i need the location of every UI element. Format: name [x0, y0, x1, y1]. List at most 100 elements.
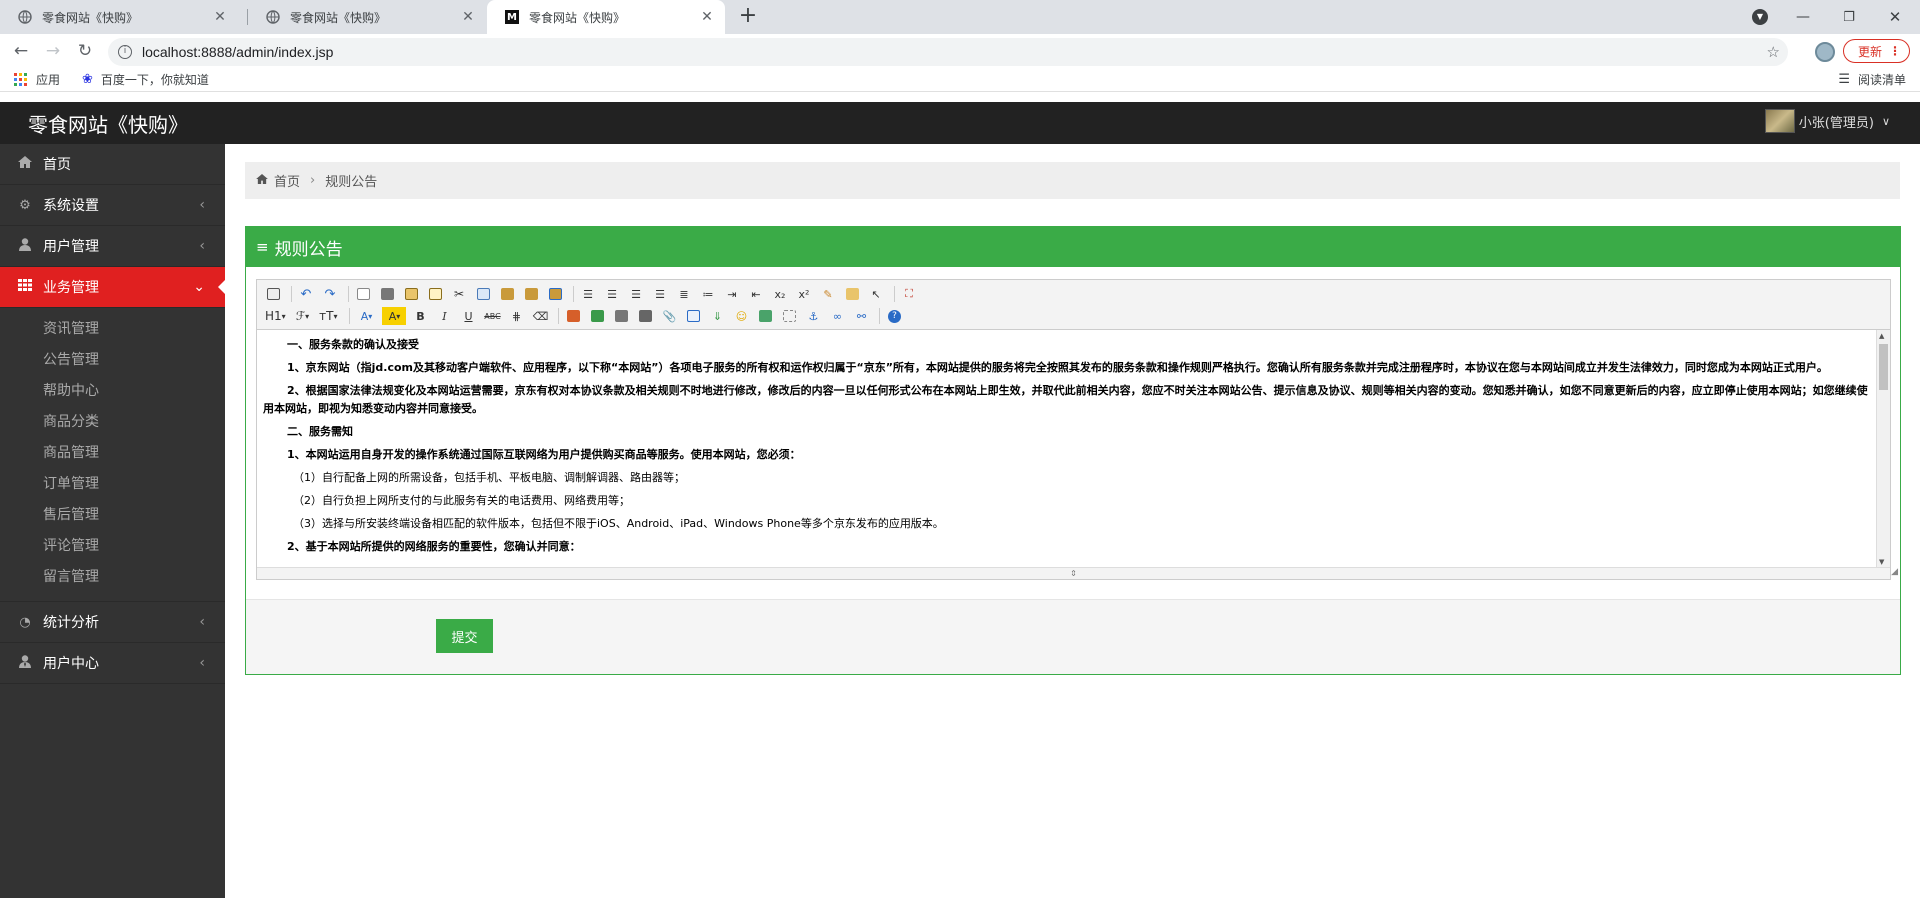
bookmark-star-icon[interactable]: ☆ — [1767, 43, 1780, 61]
select-all-icon[interactable] — [842, 285, 862, 303]
help-icon[interactable]: ? — [884, 307, 904, 325]
submenu-item[interactable]: 订单管理 — [0, 469, 225, 500]
code-icon[interactable] — [425, 285, 445, 303]
sidebar-item-home[interactable]: 首页 — [0, 144, 225, 185]
scroll-up-icon[interactable]: ▲ — [1879, 332, 1884, 340]
submenu-item[interactable]: 评论管理 — [0, 531, 225, 562]
unordered-list-icon[interactable]: ≔ — [698, 285, 718, 303]
resize-corner-icon[interactable]: ◢ — [1891, 567, 1898, 577]
editor-content[interactable]: 一、服务条款的确认及接受 1、京东网站（指jd.com及其移动客户端软件、应用程… — [257, 330, 1876, 568]
template-icon[interactable] — [401, 285, 421, 303]
editor-resize-bar[interactable]: ⇕ — [257, 567, 1890, 579]
superscript-icon[interactable]: x² — [794, 285, 814, 303]
indent-icon[interactable]: ⇥ — [722, 285, 742, 303]
flash-icon[interactable] — [611, 307, 631, 325]
submenu-item[interactable]: 留言管理 — [0, 562, 225, 593]
unlink-icon[interactable]: ⚯ — [851, 307, 871, 325]
close-tab-icon[interactable]: ✕ — [460, 9, 476, 25]
submenu-item[interactable]: 售后管理 — [0, 500, 225, 531]
align-right-icon[interactable]: ☰ — [626, 285, 646, 303]
print-icon[interactable] — [377, 285, 397, 303]
sidebar-item-user-center[interactable]: 用户中心 ‹ — [0, 643, 225, 684]
anchor-icon[interactable]: ⚓ — [803, 307, 823, 325]
sidebar-item-user-management[interactable]: 用户管理 ‹ — [0, 226, 225, 267]
tab-search-icon[interactable]: ▼ — [1752, 9, 1768, 25]
underline-icon[interactable]: U — [458, 307, 478, 325]
restore-icon[interactable]: ❐ — [1826, 10, 1872, 25]
forward-icon[interactable]: → — [42, 41, 64, 61]
submenu-item[interactable]: 帮助中心 — [0, 376, 225, 407]
sidebar-item-business-management[interactable]: 业务管理 ⌄ — [0, 267, 226, 308]
address-bar[interactable]: i localhost:8888/admin/index.jsp ☆ — [108, 38, 1788, 66]
font-size-select[interactable]: тT ▾ — [317, 307, 339, 325]
font-color-icon[interactable]: A ▾ — [354, 307, 378, 325]
map-icon[interactable] — [755, 307, 775, 325]
update-button[interactable]: 更新 ⋮ — [1843, 39, 1910, 63]
submenu-item[interactable]: 商品分类 — [0, 407, 225, 438]
rich-text-editor[interactable]: ↶ ↷ ✂ ☰ ☰ ☰ ☰ ≣ ≔ ⇥ ⇤ x₂ x² ✎ ↖ ⛶ H1 ▾ ℱ… — [256, 279, 1891, 580]
resize-handle-icon[interactable]: ⇕ — [1070, 569, 1077, 578]
bookmark-apps[interactable]: 应用 — [14, 71, 60, 88]
eraser-icon[interactable]: ⌫ — [530, 307, 550, 325]
submenu-item[interactable]: 公告管理 — [0, 345, 225, 376]
submenu-item[interactable]: 资讯管理 — [0, 314, 225, 345]
page-break-icon[interactable] — [779, 307, 799, 325]
attachment-icon[interactable]: 📎 — [659, 307, 679, 325]
close-tab-icon[interactable]: ✕ — [212, 9, 228, 25]
reload-icon[interactable]: ↻ — [74, 41, 96, 61]
table-icon[interactable] — [683, 307, 703, 325]
align-left-icon[interactable]: ☰ — [578, 285, 598, 303]
info-icon[interactable]: i — [118, 45, 132, 59]
browser-tab[interactable]: 零食网站《快购》 ✕ — [0, 0, 238, 34]
source-icon[interactable] — [263, 285, 283, 303]
submit-button[interactable]: 提交 — [436, 619, 493, 653]
paste-icon[interactable] — [497, 285, 517, 303]
user-menu[interactable]: 小张(管理员) ∨ — [1764, 109, 1890, 133]
cut-icon[interactable]: ✂ — [449, 285, 469, 303]
clear-format-icon[interactable]: ✎ — [818, 285, 838, 303]
scroll-down-icon[interactable]: ▼ — [1879, 558, 1884, 566]
strikethrough-icon[interactable]: ABC — [482, 307, 502, 325]
redo-icon[interactable]: ↷ — [320, 285, 340, 303]
browser-tab[interactable]: 零食网站《快购》 ✕ — [248, 0, 486, 34]
close-window-icon[interactable]: ✕ — [1872, 8, 1918, 26]
back-icon[interactable]: ← — [10, 41, 32, 61]
italic-icon[interactable]: I — [434, 307, 454, 325]
submenu-item[interactable]: 商品管理 — [0, 438, 225, 469]
emoticon-icon[interactable]: ☺ — [731, 307, 751, 325]
insert-hr-icon[interactable]: ⇓ — [707, 307, 727, 325]
cursor-icon[interactable]: ↖ — [866, 285, 886, 303]
scrollbar-thumb[interactable] — [1879, 344, 1888, 390]
multi-image-icon[interactable] — [587, 307, 607, 325]
justify-icon[interactable]: ☰ — [650, 285, 670, 303]
breadcrumb-home[interactable]: 首页 — [274, 171, 300, 190]
subscript-icon[interactable]: x₂ — [770, 285, 790, 303]
editor-scrollbar[interactable]: ▲ ▼ — [1876, 330, 1890, 568]
bold-icon[interactable]: B — [410, 307, 430, 325]
bookmark-baidu[interactable]: ❀ 百度一下，你就知道 — [82, 71, 209, 88]
undo-icon[interactable]: ↶ — [296, 285, 316, 303]
minimize-icon[interactable]: — — [1780, 9, 1826, 25]
close-tab-icon[interactable]: ✕ — [699, 9, 715, 25]
line-height-icon[interactable]: ⋕ — [506, 307, 526, 325]
media-icon[interactable] — [635, 307, 655, 325]
profile-avatar[interactable] — [1815, 42, 1835, 62]
reading-list[interactable]: ☰ 阅读清单 — [1838, 71, 1906, 88]
paste-text-icon[interactable] — [521, 285, 541, 303]
font-family-select[interactable]: ℱ ▾ — [294, 307, 311, 325]
heading-select[interactable]: H1 ▾ — [263, 307, 288, 325]
copy-icon[interactable] — [473, 285, 493, 303]
site-brand[interactable]: 零食网站《快购》 — [28, 109, 188, 138]
highlight-color-icon[interactable]: A ▾ — [382, 307, 407, 325]
image-icon[interactable] — [563, 307, 583, 325]
outdent-icon[interactable]: ⇤ — [746, 285, 766, 303]
ordered-list-icon[interactable]: ≣ — [674, 285, 694, 303]
new-tab-icon[interactable]: + — [734, 3, 762, 28]
preview-icon[interactable] — [353, 285, 373, 303]
paste-word-icon[interactable] — [545, 285, 565, 303]
align-center-icon[interactable]: ☰ — [602, 285, 622, 303]
sidebar-item-system-settings[interactable]: ⚙ 系统设置 ‹ — [0, 185, 225, 226]
sidebar-item-statistics[interactable]: ◔ 统计分析 ‹ — [0, 602, 225, 643]
url-text[interactable]: localhost:8888/admin/index.jsp — [142, 44, 333, 60]
fullscreen-icon[interactable]: ⛶ — [899, 285, 919, 303]
